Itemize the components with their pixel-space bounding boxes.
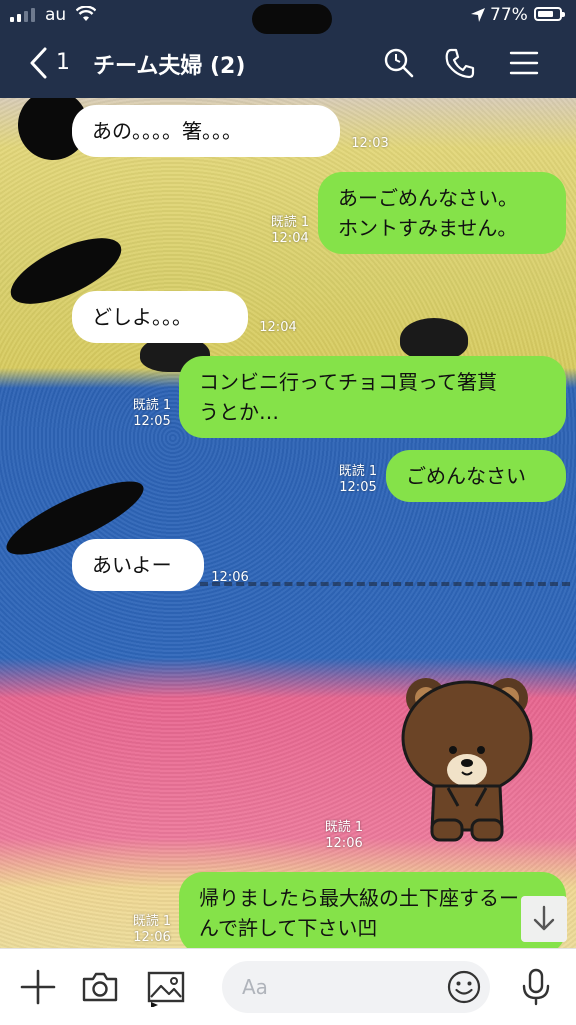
message-time: 12:06 <box>325 836 363 851</box>
plus-icon[interactable] <box>18 967 58 1007</box>
message-line: うとか… <box>199 400 279 424</box>
message-meta: 既読 1 12:04 <box>266 215 314 247</box>
message-text: どしよ。。。 <box>92 305 192 329</box>
menu-icon[interactable] <box>507 46 541 80</box>
input-placeholder: Aa <box>242 975 268 999</box>
message-meta: 12:03 <box>348 136 392 152</box>
message-meta: 既読 1 12:06 <box>320 820 368 852</box>
redaction-mark <box>252 4 332 34</box>
image-icon[interactable] <box>146 967 186 1007</box>
message-line: んで許して下さい凹 <box>199 916 378 940</box>
message-text: ごめんなさい <box>406 464 526 488</box>
signal-icon <box>10 8 35 22</box>
camera-icon[interactable] <box>80 967 120 1007</box>
read-receipt: 既読 1 <box>324 820 364 835</box>
outgoing-message[interactable]: あーごめんなさい。 ホントすみません。 <box>318 172 566 254</box>
battery-icon <box>534 7 565 21</box>
message-meta: 既読 1 12:05 <box>334 464 382 496</box>
message-meta: 12:04 <box>256 320 300 336</box>
background-mouth <box>200 568 570 586</box>
outgoing-message[interactable]: コンビニ行ってチョコ買って箸貰 うとか… <box>179 356 566 438</box>
incoming-message[interactable]: どしよ。。。 <box>72 291 248 343</box>
message-meta: 12:06 <box>208 570 252 586</box>
message-time: 12:06 <box>211 570 249 585</box>
chat-title[interactable]: チーム夫婦 (2) <box>93 48 245 80</box>
message-line: あーごめんなさい。 <box>338 186 518 210</box>
location-icon <box>471 8 485 22</box>
read-receipt: 既読 1 <box>270 215 310 230</box>
message-time: 12:04 <box>259 320 297 335</box>
back-count[interactable]: 1 <box>56 50 70 75</box>
top-bar: au 77% 1 チーム夫婦 (2) <box>0 0 576 98</box>
message-text: あの。。。。箸。。。 <box>92 119 242 143</box>
mic-icon[interactable] <box>516 967 556 1007</box>
background-eye <box>400 318 468 360</box>
battery-percent: 77% <box>490 5 528 25</box>
message-time: 12:05 <box>339 480 377 495</box>
message-time: 12:05 <box>133 414 171 429</box>
message-line: 帰りましたら最大級の土下座するー <box>199 886 519 910</box>
read-receipt: 既読 1 <box>338 464 378 479</box>
chat-area[interactable]: あの。。。。箸。。。 12:03 あーごめんなさい。 ホントすみません。 既読 … <box>0 98 576 948</box>
message-time: 12:04 <box>271 231 309 246</box>
read-receipt: 既読 1 <box>132 914 172 929</box>
bear-sticker[interactable] <box>398 670 536 848</box>
emoji-icon[interactable] <box>446 969 482 1005</box>
message-text: あいよー <box>92 553 172 577</box>
message-meta: 既読 1 12:05 <box>128 398 176 430</box>
status-bar: au 77% <box>0 0 576 34</box>
chevron-left-icon[interactable] <box>28 46 50 80</box>
wifi-icon <box>76 6 96 21</box>
outgoing-message[interactable]: 帰りましたら最大級の土下座するー んで許して下さい凹 <box>179 872 566 948</box>
message-time: 12:03 <box>351 136 389 151</box>
incoming-message[interactable]: あいよー <box>72 539 204 591</box>
phone-icon[interactable] <box>443 46 477 80</box>
message-time: 12:06 <box>133 930 171 945</box>
incoming-message[interactable]: あの。。。。箸。。。 <box>72 105 340 157</box>
message-line: ホントすみません。 <box>338 216 518 240</box>
arrow-down-icon[interactable] <box>521 896 567 942</box>
input-bar: Aa <box>0 948 576 1025</box>
outgoing-message[interactable]: ごめんなさい <box>386 450 566 502</box>
carrier-label: au <box>45 5 67 25</box>
message-meta: 既読 1 12:06 <box>128 914 176 946</box>
read-receipt: 既読 1 <box>132 398 172 413</box>
message-line: コンビニ行ってチョコ買って箸貰 <box>199 370 497 394</box>
search-icon[interactable] <box>382 46 416 80</box>
message-input[interactable]: Aa <box>222 961 490 1013</box>
